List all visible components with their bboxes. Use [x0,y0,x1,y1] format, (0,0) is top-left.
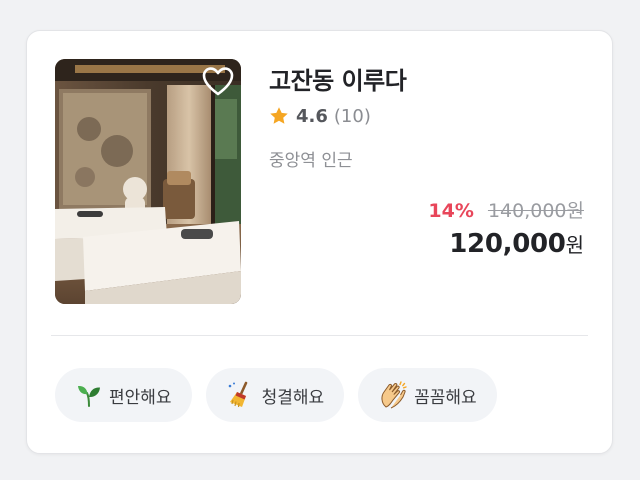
star-icon [270,107,288,124]
clapping-hands-icon [381,381,407,409]
discount-rate: 14% [428,200,474,222]
tag-label: 꼼꼼해요 [414,387,477,408]
review-count[interactable]: (10) [334,106,371,127]
review-tags: 편안해요 청결해요 꼼꼼해요 [55,368,497,422]
tag-comfortable[interactable]: 편안해요 [55,368,192,422]
currency-unit: 원 [565,233,584,257]
favorite-heart-icon[interactable] [201,65,235,99]
tag-label: 청결해요 [261,387,325,408]
sale-price: 120,000 [449,229,566,259]
original-price: 140,000원 [487,200,584,222]
sale-price-row: 120,000원 [428,229,584,259]
listing-card[interactable]: 고잔동 이루다 4.6 (10) 중앙역 인근 14% 140,000원 120… [26,30,613,454]
rating-row: 4.6 (10) [268,105,371,127]
tag-clean[interactable]: 청결해요 [205,368,345,422]
listing-photo[interactable] [55,59,241,304]
broom-icon [228,381,247,408]
rating-value: 4.6 [296,105,328,127]
tag-label: 편안해요 [109,387,172,408]
seedling-icon [78,385,100,407]
tag-thorough[interactable]: 꼼꼼해요 [358,368,497,422]
listing-title[interactable]: 고잔동 이루다 [269,61,407,96]
discount-row: 14% 140,000원 [428,199,584,223]
location-text: 중앙역 인근 [269,151,353,171]
price-block: 14% 140,000원 120,000원 [428,199,584,259]
divider [51,335,588,336]
